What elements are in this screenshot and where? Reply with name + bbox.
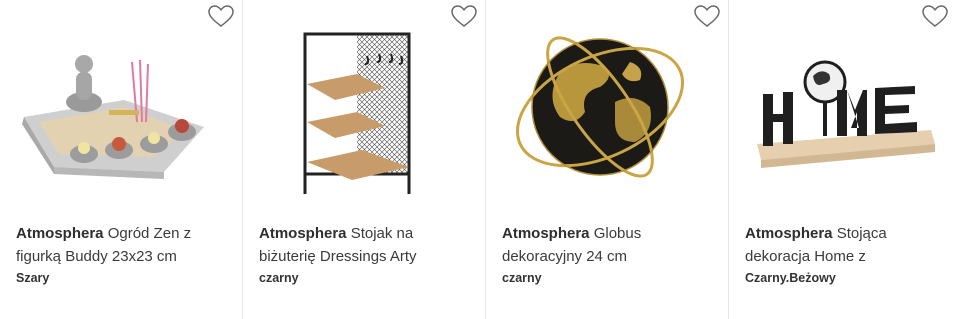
product-color: czarny: [259, 271, 299, 285]
product-brand: Atmosphera: [502, 225, 590, 242]
product-title[interactable]: Atmosphera Stojak na biżuterię Dressings…: [259, 222, 459, 268]
zen-garden-image[interactable]: [14, 22, 214, 202]
product-title[interactable]: Atmosphera Ogród Zen z figurką Buddy 23x…: [16, 222, 216, 268]
product-color: Szary: [16, 271, 50, 285]
product-card[interactable]: Atmosphera Stojąca dekoracja Home z Czar…: [729, 0, 956, 319]
product-title[interactable]: Atmosphera Globus dekoracyjny 24 cm: [502, 222, 702, 268]
product-brand: Atmosphera: [745, 225, 833, 242]
jewelry-stand-image[interactable]: [257, 22, 457, 202]
globe-image[interactable]: [500, 22, 700, 202]
product-color: czarny: [502, 271, 542, 285]
product-grid: Atmosphera Ogród Zen z figurką Buddy 23x…: [0, 0, 956, 319]
product-card[interactable]: Atmosphera Ogród Zen z figurką Buddy 23x…: [0, 0, 243, 319]
home-decoration-image[interactable]: [743, 22, 943, 202]
product-color: Czarny.Beżowy: [745, 271, 836, 285]
product-card[interactable]: Atmosphera Stojak na biżuterię Dressings…: [243, 0, 486, 319]
product-brand: Atmosphera: [259, 225, 347, 242]
product-title[interactable]: Atmosphera Stojąca dekoracja Home z: [745, 222, 945, 268]
product-card[interactable]: Atmosphera Globus dekoracyjny 24 cm czar…: [486, 0, 729, 319]
product-brand: Atmosphera: [16, 225, 104, 242]
